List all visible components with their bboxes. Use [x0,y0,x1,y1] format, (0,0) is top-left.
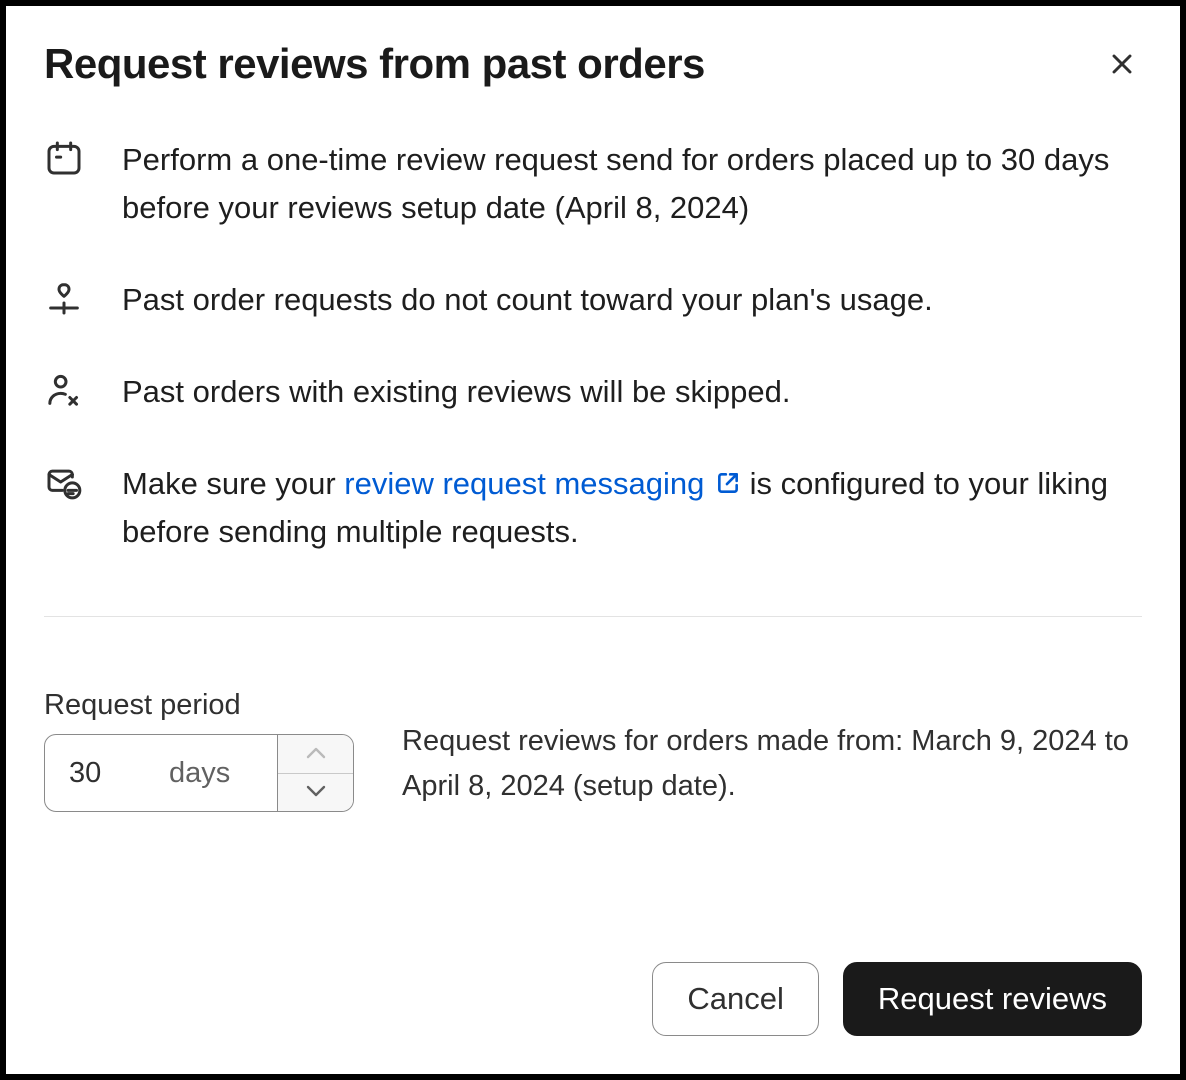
info-text: Past order requests do not count toward … [122,276,933,324]
info-item-usage: Past order requests do not count toward … [44,276,1142,324]
request-period-stepper[interactable]: days [44,734,354,812]
modal-footer: Cancel Request reviews [44,962,1142,1036]
request-period-description: Request reviews for orders made from: Ma… [402,689,1142,809]
stepper-body: days [45,735,277,811]
request-period-row: Request period days Request reviews for … [44,689,1142,812]
request-period-field: Request period days [44,689,354,812]
info-item-skip: Past orders with existing reviews will b… [44,368,1142,416]
info-list: Perform a one-time review request send f… [44,136,1142,556]
chevron-down-icon [304,783,328,802]
review-messaging-link[interactable]: review request messaging [344,466,741,501]
external-link-icon [715,470,741,496]
info-text-pre: Make sure your [122,466,344,501]
stepper-suffix: days [169,757,230,790]
marker-add-icon [44,278,84,318]
cancel-button[interactable]: Cancel [652,962,819,1036]
info-text: Make sure your review request messaging … [122,460,1142,556]
stepper-decrement[interactable] [278,774,353,812]
request-reviews-button[interactable]: Request reviews [843,962,1142,1036]
request-period-input[interactable] [69,757,129,790]
info-text: Past orders with existing reviews will b… [122,368,791,416]
info-item-messaging: Make sure your review request messaging … [44,460,1142,556]
request-period-label: Request period [44,689,354,722]
calendar-icon [44,138,84,178]
close-button[interactable] [1102,44,1142,87]
modal-title: Request reviews from past orders [44,40,705,88]
chevron-up-icon [304,745,328,764]
divider [44,616,1142,617]
email-settings-icon [44,462,84,502]
stepper-increment[interactable] [278,735,353,774]
info-item-schedule: Perform a one-time review request send f… [44,136,1142,232]
info-text: Perform a one-time review request send f… [122,136,1142,232]
close-icon [1106,68,1138,83]
stepper-buttons [277,735,353,811]
user-skip-icon [44,370,84,410]
modal-header: Request reviews from past orders [44,40,1142,88]
